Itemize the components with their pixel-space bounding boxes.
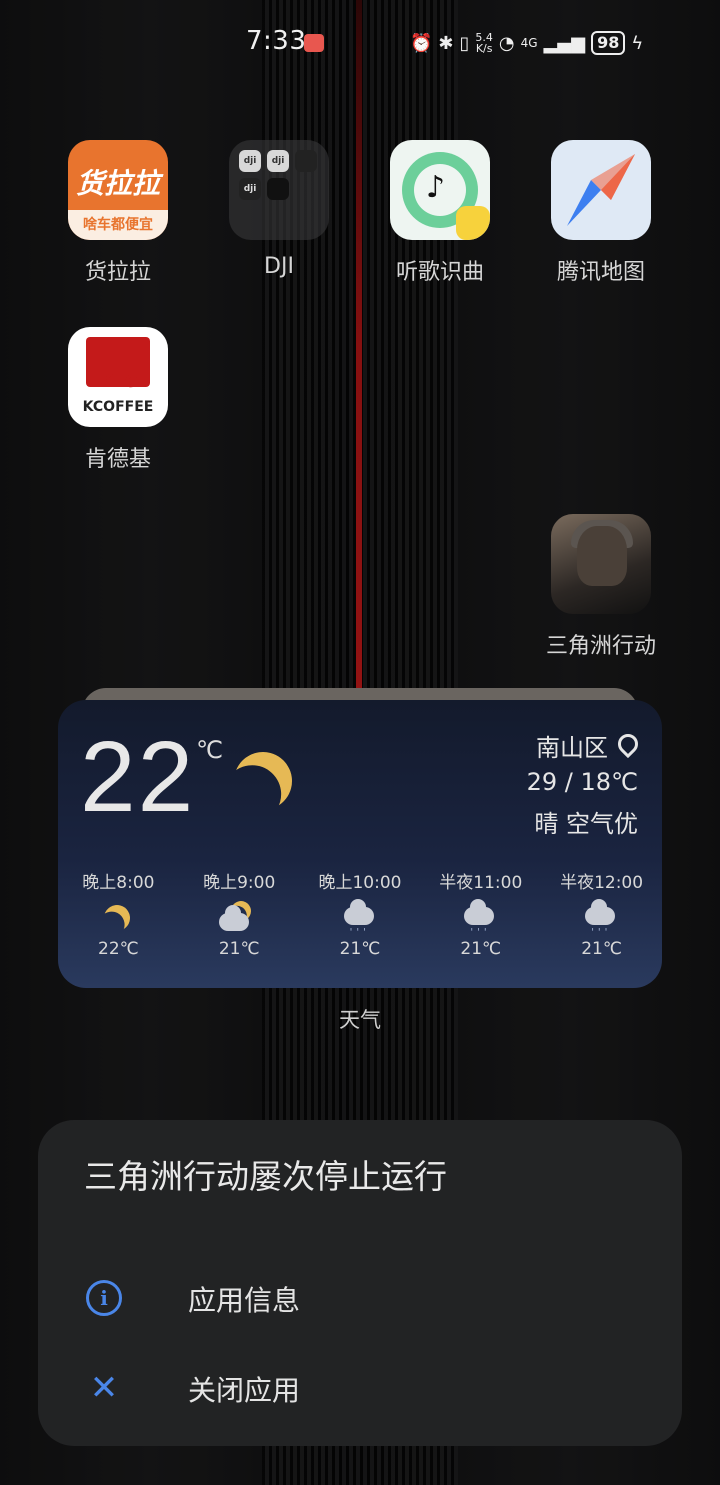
- huolala-icon-text: 货拉拉: [75, 167, 160, 200]
- app-delta-force[interactable]: 三角洲行动: [526, 514, 676, 660]
- app-tencent-map[interactable]: 腾讯地图: [526, 140, 676, 286]
- hour-time: 晚上9:00: [203, 873, 276, 893]
- kfc-icon-text: KFC: [98, 371, 138, 392]
- hour-temp: 21℃: [581, 939, 622, 959]
- app-info-label: 应用信息: [188, 1284, 301, 1317]
- app-label: 听歌识曲: [395, 260, 484, 285]
- weather-condition: 晴 空气优: [534, 810, 638, 838]
- status-icons: ⏰ ✱ ▯ 5.4 K/s ◔ 4G ▂▄▆ 98 ϟ: [410, 28, 643, 58]
- status-bar: 7:33 ⏰ ✱ ▯ 5.4 K/s ◔ 4G ▂▄▆ 98 ϟ: [0, 22, 720, 62]
- app-label: 货拉拉: [84, 260, 151, 285]
- soldier-game-icon: [551, 514, 651, 614]
- hour-temp: 21℃: [218, 939, 260, 959]
- location-name: 南山区: [536, 734, 608, 762]
- net-speed-unit: K/s: [475, 42, 493, 55]
- music-note-icon: ♪: [426, 170, 446, 205]
- app-info-button[interactable]: i 应用信息: [38, 1263, 682, 1333]
- close-icon: ✕: [89, 1368, 119, 1408]
- hourly-forecast: 晚上8:00 22℃ 晚上9:00 21℃ 晚上10:00 ''' 21℃ 半夜…: [58, 868, 662, 959]
- battery-level: 98: [591, 31, 626, 55]
- network-speed: 5.4 K/s: [475, 32, 493, 54]
- hourly-item: 半夜12:00 ''' 21℃: [541, 868, 662, 959]
- cellular-signal-icon: ▂▄▆: [543, 32, 586, 54]
- dialog-title: 三角洲行动屡次停止运行: [84, 1157, 447, 1196]
- hour-time: 半夜11:00: [439, 873, 523, 893]
- status-time: 7:33: [246, 26, 307, 56]
- hourly-item: 晚上8:00 22℃: [58, 868, 179, 959]
- hour-time: 晚上8:00: [82, 873, 155, 893]
- moon-icon: [99, 900, 135, 936]
- hour-time: 半夜12:00: [560, 873, 644, 893]
- hour-temp: 22℃: [98, 939, 139, 959]
- rain-cloud-icon: ''': [541, 899, 662, 939]
- hour-time: 晚上10:00: [318, 873, 402, 893]
- bluetooth-icon: ✱: [438, 32, 454, 54]
- signal-label: 4G: [520, 36, 538, 50]
- dji-app-icon: dji: [239, 150, 261, 172]
- dji-app-icon: [267, 178, 289, 200]
- app-label: 三角洲行动: [545, 634, 656, 659]
- dji-app-icon: dji: [239, 178, 261, 200]
- charging-icon: ϟ: [631, 32, 644, 54]
- folder-icon: dji dji dji: [229, 140, 329, 240]
- temperature-unit: ℃: [196, 736, 223, 764]
- info-icon: i: [86, 1280, 122, 1316]
- app-kfc[interactable]: KFC KCOFFEE 肯德基: [43, 327, 193, 473]
- rain-cloud-icon: ''': [420, 899, 541, 939]
- folder-dji[interactable]: dji dji dji DJI: [204, 140, 354, 279]
- kfc-icon-subtext: KCOFFEE: [82, 399, 154, 415]
- hour-temp: 21℃: [339, 939, 381, 959]
- dji-app-icon: [295, 150, 317, 172]
- huolala-icon-subtext: 啥车都便宜: [68, 210, 168, 240]
- music-recognition-icon: ♪: [390, 140, 490, 240]
- wifi-icon: ◔: [498, 32, 515, 54]
- app-crash-dialog: 三角洲行动屡次停止运行 i 应用信息 ✕ 关闭应用: [38, 1120, 682, 1446]
- close-app-label: 关闭应用: [188, 1374, 301, 1407]
- app-song-recognition[interactable]: ♪ 听歌识曲: [365, 140, 515, 286]
- huolala-icon: 货拉拉 啥车都便宜: [68, 140, 168, 240]
- rain-cloud-icon: ''': [300, 899, 421, 939]
- widget-label: 天气: [339, 1008, 381, 1032]
- weather-location: 南山区: [536, 728, 643, 763]
- map-compass-icon: [551, 140, 651, 240]
- alarm-icon: ⏰: [410, 32, 433, 54]
- temperature-range: 29 / 18℃: [526, 768, 638, 796]
- moon-cloud-icon: [179, 899, 300, 939]
- hourly-item: 晚上9:00 21℃: [179, 868, 300, 959]
- moon-icon: [223, 741, 302, 820]
- hourly-item: 晚上10:00 ''' 21℃: [300, 868, 421, 959]
- dji-app-icon: dji: [267, 150, 289, 172]
- weather-widget[interactable]: 22 ℃ 南山区 29 / 18℃ 晴 空气优 晚上8:00 22℃ 晚上9:0…: [58, 700, 662, 988]
- app-label: DJI: [264, 254, 294, 279]
- kfc-icon: KFC KCOFFEE: [68, 327, 168, 427]
- hourly-item: 半夜11:00 ''' 21℃: [420, 868, 541, 959]
- notification-icon: [304, 34, 324, 52]
- app-label: 腾讯地图: [556, 260, 645, 285]
- location-pin-icon: [613, 729, 643, 759]
- app-label: 肯德基: [84, 447, 151, 472]
- qq-music-badge-icon: [456, 206, 490, 240]
- hour-temp: 21℃: [460, 939, 502, 959]
- app-huolala[interactable]: 货拉拉 啥车都便宜 货拉拉: [43, 140, 193, 286]
- current-temperature: 22: [80, 721, 196, 833]
- close-app-button[interactable]: ✕ 关闭应用: [38, 1353, 682, 1423]
- vibrate-icon: ▯: [459, 32, 470, 54]
